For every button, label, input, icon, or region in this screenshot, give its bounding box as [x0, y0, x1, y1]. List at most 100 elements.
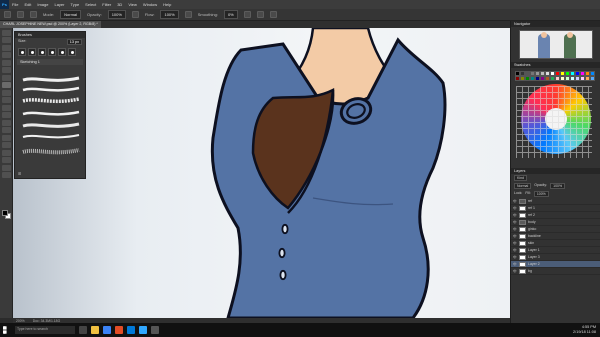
smoothing-options-gear-icon[interactable]: [243, 11, 251, 18]
layer-row[interactable]: 👁 ginko: [511, 226, 600, 233]
taskbar-search-input[interactable]: Type here to search: [15, 326, 75, 334]
mode-select[interactable]: Normal: [60, 10, 82, 19]
chrome-browser-icon[interactable]: [115, 326, 123, 334]
zoom-tool-icon[interactable]: [1, 172, 11, 178]
layer-group-row[interactable]: 👁 ref: [511, 198, 600, 205]
layer-row[interactable]: 👁 ref 1: [511, 205, 600, 212]
layer-blend-mode[interactable]: Normal: [514, 183, 532, 189]
layer-visibility-eye-icon[interactable]: 👁: [513, 206, 517, 210]
windows-start-icon[interactable]: [3, 326, 7, 334]
document-tab[interactable]: CHARL JOSEPHINE NEW.psd @ 200% (Layer 2,…: [0, 21, 101, 28]
layer-visibility-eye-icon[interactable]: 👁: [513, 220, 517, 224]
eyedropper-tool-icon[interactable]: [1, 67, 11, 73]
move-tool-icon[interactable]: [1, 29, 11, 36]
layer-visibility-eye-icon[interactable]: 👁: [513, 248, 517, 252]
brush-tip-1[interactable]: [18, 48, 26, 56]
crop-tool-icon[interactable]: [1, 59, 11, 66]
layer-visibility-eye-icon[interactable]: 👁: [513, 262, 517, 266]
pen-tool-icon[interactable]: [1, 134, 11, 141]
brush-panel-toggle-icon[interactable]: [30, 11, 37, 18]
store-icon[interactable]: [127, 326, 135, 334]
shape-tool-icon[interactable]: [1, 157, 11, 163]
layer-kind-filter[interactable]: Kind: [514, 175, 528, 181]
layer-visibility-eye-icon[interactable]: 👁: [513, 255, 517, 259]
menu-filter[interactable]: Filter: [99, 2, 114, 7]
lasso-tool-icon[interactable]: [1, 44, 11, 51]
quick-select-tool-icon[interactable]: [1, 52, 11, 58]
layer-group-row[interactable]: 👁 body: [511, 219, 600, 226]
system-clock[interactable]: 4:55 PM 2/19/18 11:08: [573, 325, 596, 334]
menu-view[interactable]: View: [125, 2, 140, 7]
layer-row[interactable]: 👁 Layer 1: [511, 247, 600, 254]
menu-window[interactable]: Window: [140, 2, 160, 7]
new-brush-icon[interactable]: ⊞: [18, 171, 21, 176]
layer-row[interactable]: 👁 skin: [511, 240, 600, 247]
menu-layer[interactable]: Layer: [51, 2, 67, 7]
app-taskbar-icon[interactable]: [151, 326, 159, 334]
brush-tip-2[interactable]: [28, 48, 36, 56]
menu-type[interactable]: Type: [68, 2, 83, 7]
airbrush-icon[interactable]: [184, 11, 192, 18]
blur-tool-icon[interactable]: [1, 119, 11, 126]
layer-visibility-eye-icon[interactable]: 👁: [513, 269, 517, 273]
menu-file[interactable]: File: [9, 2, 21, 7]
layer-visibility-eye-icon[interactable]: 👁: [513, 241, 517, 245]
layer-row[interactable]: 👁 Layer 2: [511, 261, 600, 268]
folder-icon: [519, 219, 526, 225]
gradient-tool-icon[interactable]: [1, 112, 11, 118]
layer-opacity-field[interactable]: 100%: [550, 183, 566, 189]
pressure-size-icon[interactable]: [256, 11, 264, 18]
brush-folder[interactable]: Sketching 1: [17, 59, 83, 65]
layer-name: skin: [528, 241, 535, 245]
healing-tool-icon[interactable]: [1, 74, 11, 81]
zoom-level[interactable]: 200%: [16, 319, 25, 323]
file-explorer-icon[interactable]: [91, 326, 99, 334]
menu-edit[interactable]: Edit: [21, 2, 34, 7]
brush-stroke-previews[interactable]: [21, 74, 81, 166]
pressure-opacity-icon[interactable]: [131, 11, 139, 18]
type-tool-icon[interactable]: [1, 142, 11, 148]
smoothing-field[interactable]: 0%: [223, 10, 238, 19]
menu-help[interactable]: Help: [160, 2, 174, 7]
edge-browser-icon[interactable]: [103, 326, 111, 334]
clone-stamp-tool-icon[interactable]: [1, 89, 11, 96]
layer-visibility-eye-icon[interactable]: 👁: [513, 213, 517, 217]
layer-row[interactable]: 👁 ref 2: [511, 212, 600, 219]
menu-3d[interactable]: 3D: [114, 2, 125, 7]
layer-visibility-eye-icon[interactable]: 👁: [513, 199, 517, 203]
history-brush-tool-icon[interactable]: [1, 97, 11, 103]
brush-tip-5[interactable]: [58, 48, 66, 56]
brush-tip-4[interactable]: [48, 48, 56, 56]
task-view-icon[interactable]: [79, 326, 87, 334]
brush-tool-preset-icon[interactable]: [4, 11, 11, 18]
brush-tool-icon[interactable]: [1, 82, 11, 88]
layer-row[interactable]: 👁 backline: [511, 233, 600, 240]
layer-visibility-eye-icon[interactable]: 👁: [513, 234, 517, 238]
opacity-field[interactable]: 100%: [107, 10, 126, 19]
options-bar: Mode: Normal Opacity: 100% Flow: 100% Sm…: [0, 9, 600, 21]
dodge-tool-icon[interactable]: [1, 127, 11, 133]
brush-picker-icon[interactable]: [17, 11, 24, 18]
swatch-grid[interactable]: [515, 71, 596, 81]
document-canvas[interactable]: [13, 28, 510, 318]
flow-field[interactable]: 100%: [160, 10, 179, 19]
layer-row[interactable]: 👁 Layer 3: [511, 254, 600, 261]
swatch-cell[interactable]: [590, 76, 595, 81]
eraser-tool-icon[interactable]: [1, 104, 11, 111]
foreground-color-swatch[interactable]: [2, 210, 8, 216]
brush-tip-6[interactable]: [68, 48, 76, 56]
symmetry-butterfly-icon[interactable]: [269, 11, 277, 18]
menu-select[interactable]: Select: [82, 2, 99, 7]
brush-size-field[interactable]: 13 px: [66, 39, 82, 45]
layer-visibility-eye-icon[interactable]: 👁: [513, 227, 517, 231]
layer-row[interactable]: 👁 bg: [511, 268, 600, 275]
menu-image[interactable]: Image: [34, 2, 51, 7]
navigator-thumbnail[interactable]: [519, 30, 593, 59]
layer-fill-field[interactable]: 100%: [533, 191, 549, 197]
brush-tip-3[interactable]: [38, 48, 46, 56]
hand-tool-icon[interactable]: [1, 164, 11, 171]
marquee-tool-icon[interactable]: [1, 37, 11, 43]
layer-thumbnail: [519, 268, 526, 274]
path-select-tool-icon[interactable]: [1, 149, 11, 156]
photoshop-taskbar-icon[interactable]: [139, 326, 147, 334]
